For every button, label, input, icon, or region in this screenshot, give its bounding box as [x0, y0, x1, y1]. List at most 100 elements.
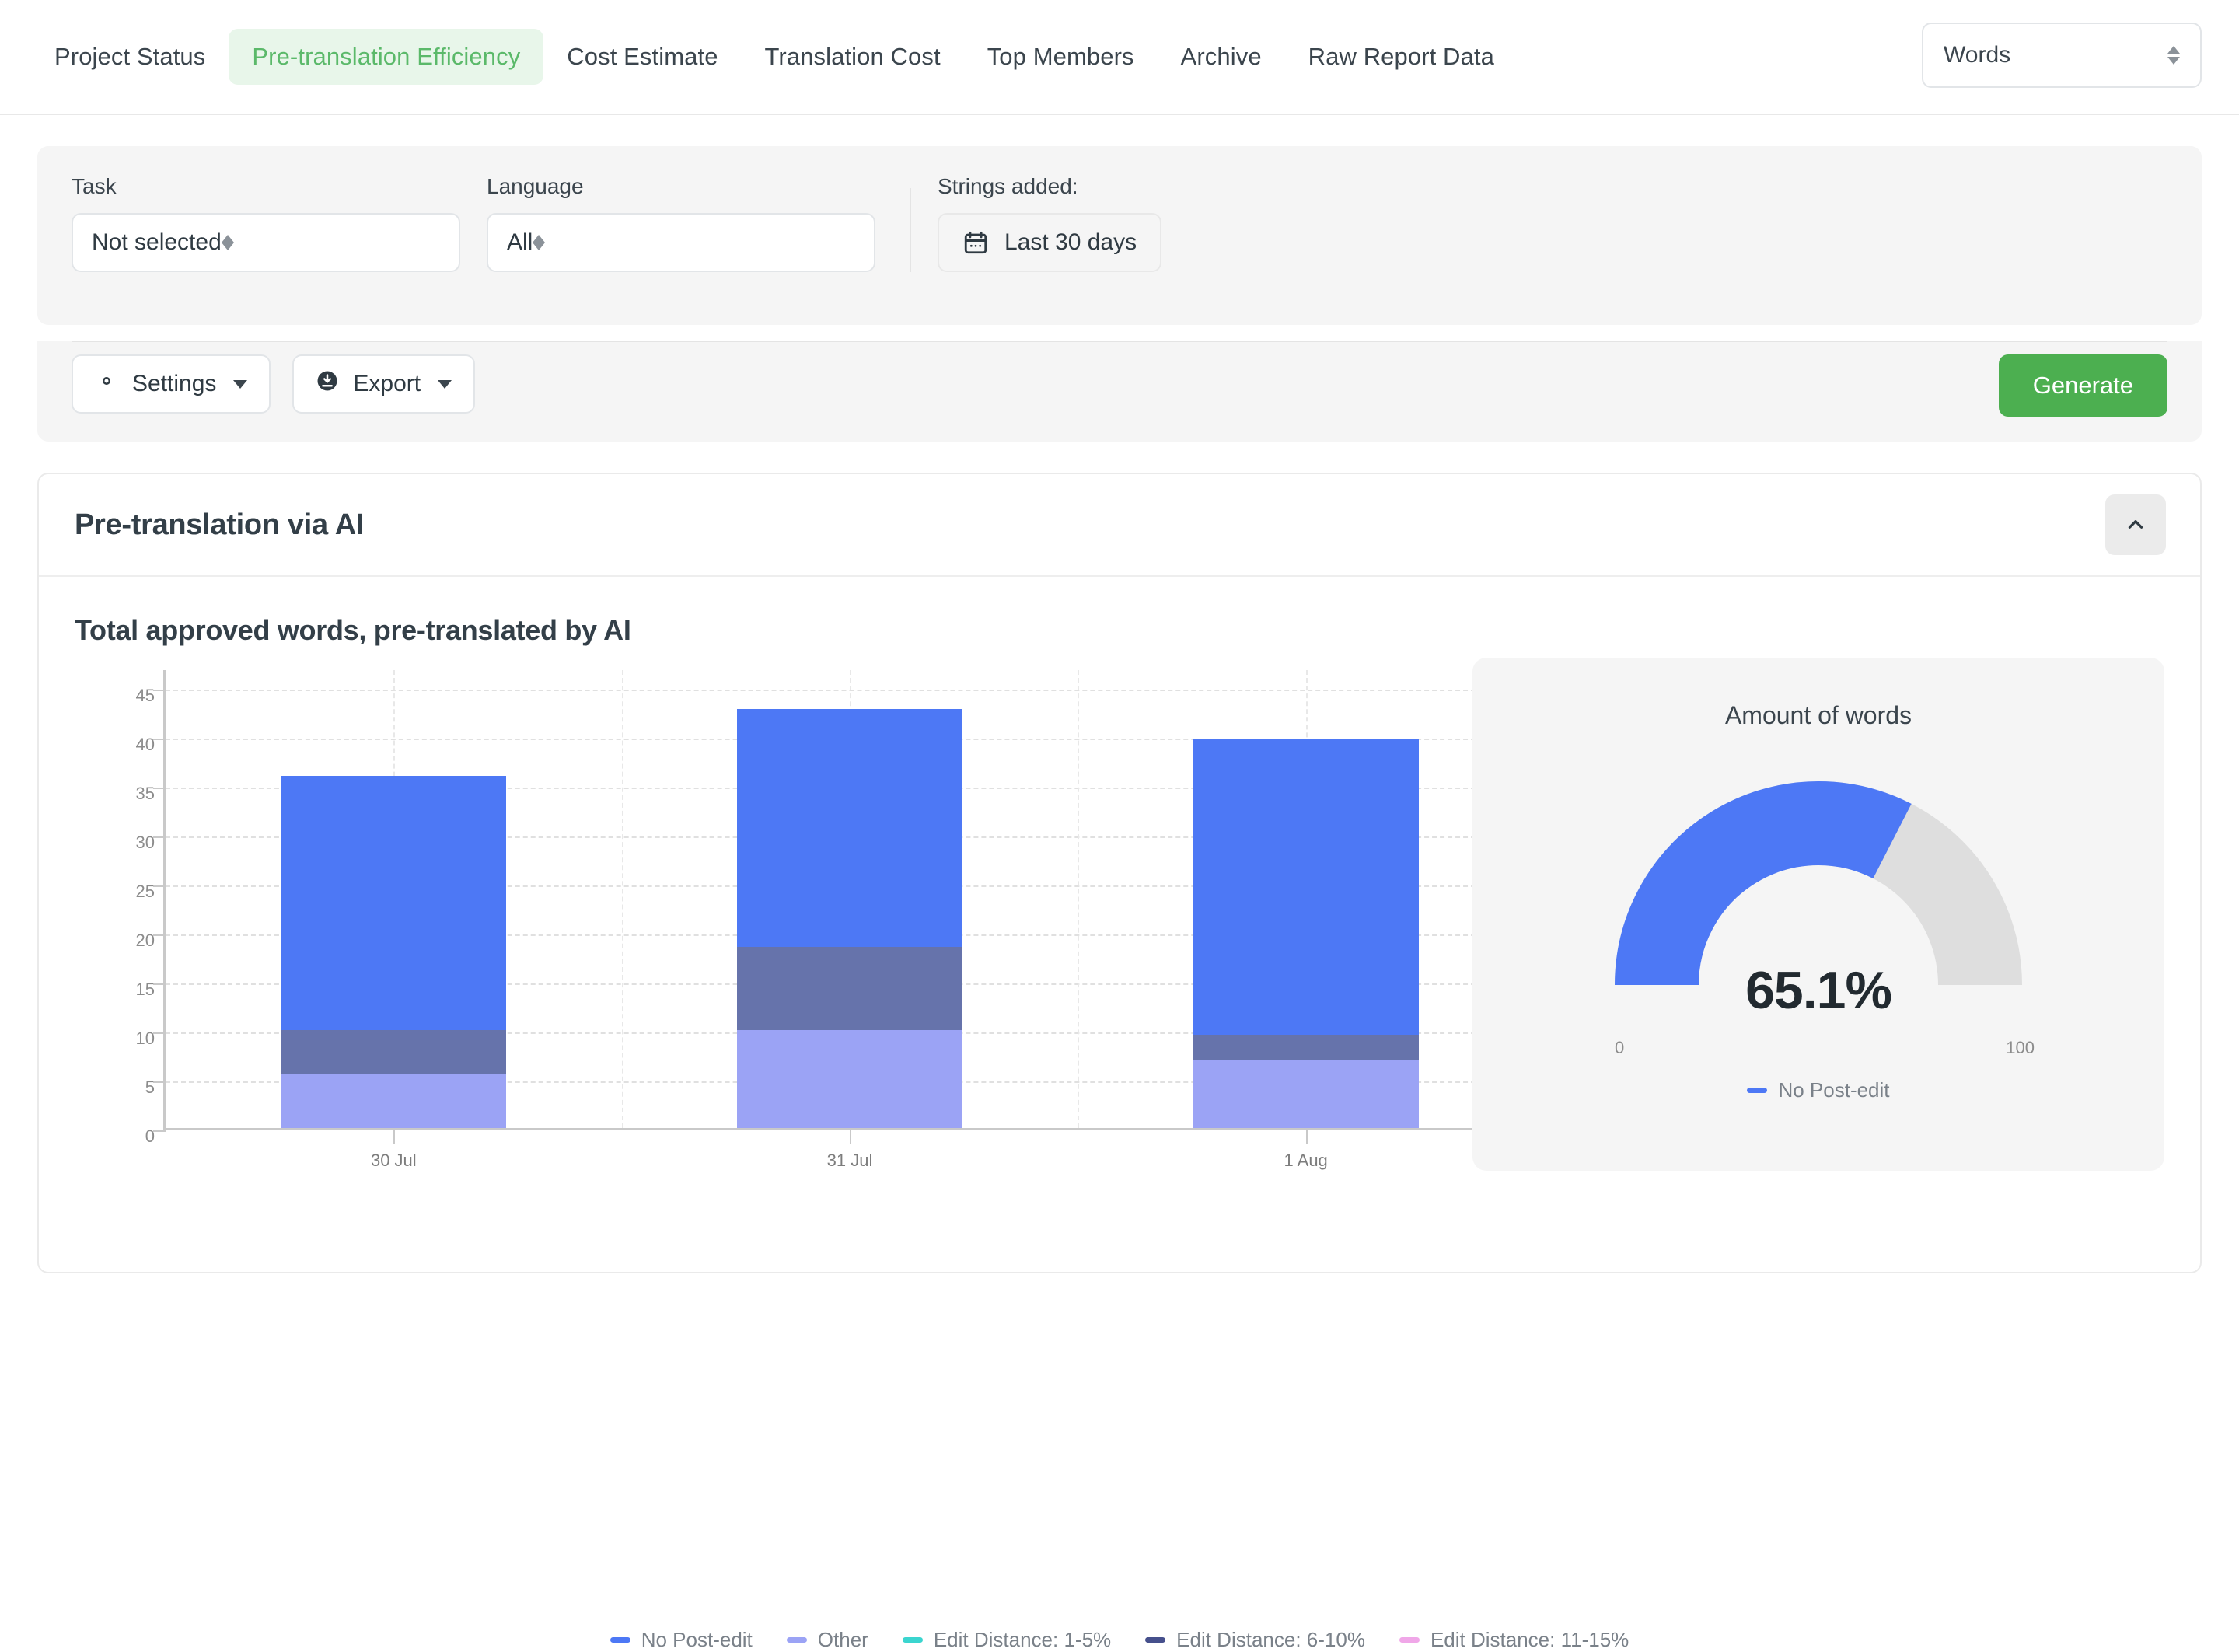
pre-translation-report-card: Pre-translation via AI Total approved wo…: [37, 473, 2202, 1651]
bar-segment[interactable]: [281, 775, 507, 1031]
language-label: Language: [487, 174, 584, 198]
y-axis-tick: [153, 1032, 166, 1035]
bar-segment[interactable]: [1193, 1035, 1419, 1060]
report-tabs: Project Status Pre-translation Efficienc…: [31, 29, 1518, 85]
legend-item[interactable]: Edit Distance: 1-5%: [902, 1628, 1112, 1652]
filter-divider: [910, 188, 911, 272]
stacked-bar-chart: 0 5 10 15 20 25 30 35 40 45 30 Jul 31 Jul 1 Aug: [86, 664, 1546, 1170]
y-axis-tick: [153, 934, 166, 937]
tab-raw-report-data[interactable]: Raw Report Data: [1285, 29, 1518, 85]
legend-item[interactable]: No Post-edit: [610, 1628, 753, 1652]
bar-segment[interactable]: [1193, 739, 1419, 1036]
x-axis-label: 31 Jul: [826, 1151, 873, 1170]
chevron-down-icon: [233, 379, 248, 389]
gauge-chart: 65.1% 0 100: [1570, 752, 2067, 1057]
bar-segment[interactable]: [737, 708, 962, 947]
language-select[interactable]: All: [487, 213, 875, 272]
unit-select[interactable]: Words: [1922, 23, 2202, 88]
bar-chart-plot: 0 5 10 15 20 25 30 35 40 45 30 Jul 31 Jul 1 Aug: [136, 670, 1546, 1170]
legend-label: Edit Distance: 11-15%: [1430, 1628, 1629, 1651]
legend-item[interactable]: Edit Distance: 11-15%: [1399, 1628, 1629, 1652]
legend-label: Edit Distance: 6-10%: [1176, 1628, 1365, 1651]
legend-item[interactable]: Other: [786, 1628, 868, 1652]
bar-chart-legend: No Post-edit Other Edit Distance: 1-5% Edit…: [39, 1628, 2200, 1652]
legend-label: Edit Distance: 1-5%: [933, 1628, 1112, 1651]
legend-swatch: [610, 1637, 630, 1643]
x-axis-tick: [393, 1130, 396, 1144]
y-axis-tick: [153, 885, 166, 888]
bar-segment[interactable]: [281, 1030, 507, 1074]
strings-added-filter: Strings added: Last 30 days: [938, 174, 1162, 272]
settings-button[interactable]: Settings: [72, 354, 271, 414]
chevron-updown-icon: [533, 235, 546, 250]
report-card-title: Pre-translation via AI: [75, 508, 365, 541]
date-range-button[interactable]: Last 30 days: [938, 213, 1162, 272]
bar-segment[interactable]: [737, 1030, 962, 1128]
bar-segment[interactable]: [1193, 1059, 1419, 1128]
grid-line: [166, 690, 1546, 692]
y-axis-label: 35: [135, 784, 155, 804]
bar-column[interactable]: [737, 708, 962, 1128]
x-axis-label: 30 Jul: [370, 1151, 417, 1170]
strings-added-label: Strings added:: [938, 174, 1078, 198]
language-filter: Language All: [487, 174, 875, 272]
legend-swatch: [786, 1637, 807, 1643]
task-label: Task: [72, 174, 117, 198]
grid-line-vertical: [1078, 670, 1080, 1128]
unit-select-value: Words: [1944, 42, 2011, 68]
y-axis-label: 25: [135, 882, 155, 902]
tab-project-status[interactable]: Project Status: [31, 29, 229, 85]
legend-label: Other: [817, 1628, 868, 1651]
tab-top-members[interactable]: Top Members: [964, 29, 1158, 85]
collapse-section-button[interactable]: [2105, 494, 2166, 555]
report-card-header: Pre-translation via AI: [39, 474, 2200, 577]
legend-swatch: [1145, 1637, 1166, 1643]
y-axis-tick: [153, 788, 166, 790]
bar-column[interactable]: [1193, 739, 1419, 1128]
tab-pre-translation-efficiency[interactable]: Pre-translation Efficiency: [229, 29, 544, 85]
tab-cost-estimate[interactable]: Cost Estimate: [543, 29, 741, 85]
y-axis-tick: [153, 690, 166, 692]
filter-panel: Task Not selected Language All Strings a…: [37, 146, 2202, 325]
export-label: Export: [353, 371, 421, 396]
chevron-down-icon: [438, 379, 452, 389]
gauge-min-label: 0: [1615, 1038, 1625, 1057]
bar-column[interactable]: [281, 775, 507, 1128]
gauge-legend: No Post-edit: [1747, 1078, 1890, 1102]
y-axis-tick: [153, 836, 166, 839]
y-axis-label: 45: [135, 686, 155, 706]
y-axis-label: 0: [145, 1126, 155, 1146]
generate-button[interactable]: Generate: [1998, 354, 2167, 417]
gauge-max-label: 100: [2006, 1038, 2035, 1057]
task-select-value: Not selected: [92, 229, 222, 255]
y-axis-label: 15: [135, 980, 155, 1000]
export-button[interactable]: Export: [292, 354, 476, 414]
legend-swatch: [1747, 1088, 1768, 1093]
chevron-updown-icon: [2167, 46, 2180, 65]
task-select[interactable]: Not selected: [72, 213, 460, 272]
legend-item[interactable]: Edit Distance: 6-10%: [1145, 1628, 1365, 1652]
gauge-panel: Amount of words 65.1% 0 100 No Post-edit: [1472, 658, 2164, 1171]
bar-segment[interactable]: [737, 946, 962, 1031]
x-axis-tick: [1305, 1130, 1308, 1144]
y-axis-tick: [153, 983, 166, 986]
y-axis-label: 20: [135, 931, 155, 951]
x-axis-tick: [850, 1130, 851, 1144]
date-range-value: Last 30 days: [1004, 229, 1137, 255]
legend-label: No Post-edit: [641, 1628, 753, 1651]
filter-row: Task Not selected Language All Strings a…: [72, 174, 2167, 272]
top-navigation: Project Status Pre-translation Efficienc…: [0, 0, 2239, 115]
chevron-up-icon: [2125, 515, 2146, 535]
y-axis-tick: [153, 1081, 166, 1084]
calendar-icon: [962, 229, 989, 256]
y-axis-label: 10: [135, 1029, 155, 1049]
y-axis-label: 5: [145, 1077, 155, 1098]
chart-title: Total approved words, pre-translated by …: [75, 614, 631, 646]
tab-translation-cost[interactable]: Translation Cost: [742, 29, 964, 85]
tab-archive[interactable]: Archive: [1158, 29, 1285, 85]
settings-label: Settings: [132, 371, 217, 396]
download-icon: [316, 369, 339, 399]
y-axis-label: 40: [135, 735, 155, 755]
bar-segment[interactable]: [281, 1074, 507, 1128]
legend-swatch: [902, 1637, 923, 1643]
